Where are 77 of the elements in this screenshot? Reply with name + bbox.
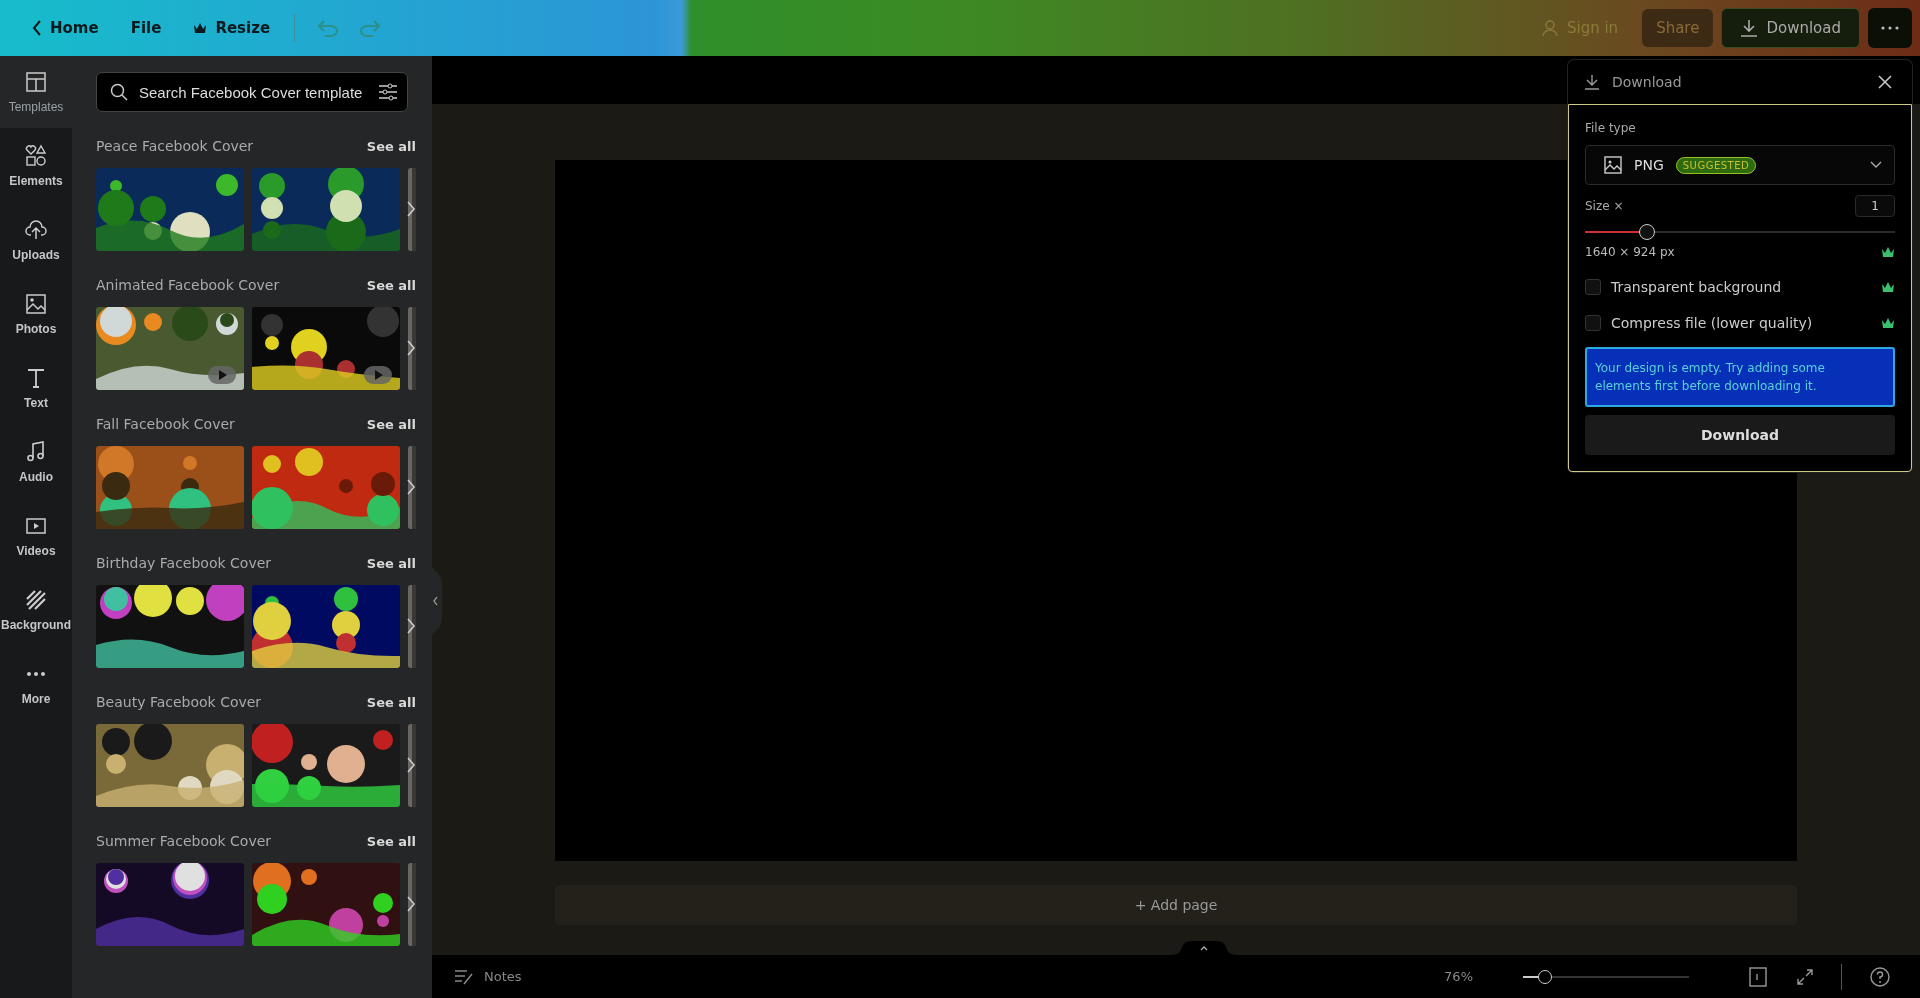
see-all-link[interactable]: See all [366, 833, 416, 849]
file-type-dropdown[interactable]: PNG SUGGESTED [1585, 145, 1895, 185]
download-icon [1740, 19, 1759, 37]
sidebar-item[interactable]: Elements [0, 130, 72, 202]
image-icon [24, 292, 48, 316]
info-notice: Your design is empty. Try adding some elements first before downloading it. [1585, 347, 1895, 407]
crown-icon [1881, 281, 1895, 293]
see-all-link[interactable]: See all [366, 277, 416, 293]
dimensions-text: 1640 × 924 px [1585, 245, 1675, 259]
more-icon [27, 672, 45, 676]
field-label: File type [1585, 121, 1637, 135]
section-title: Peace Facebook Cover [96, 138, 254, 154]
back-icon [32, 20, 42, 36]
user-icon [1540, 19, 1559, 37]
redo-icon [359, 19, 382, 37]
see-all-link[interactable]: See all [366, 694, 416, 710]
sidebar-item[interactable]: Photos [0, 278, 72, 350]
checkbox[interactable] [1585, 279, 1601, 295]
sidebar-item[interactable]: Templates [0, 56, 72, 128]
file-menu[interactable]: File [118, 11, 174, 45]
template-icon [24, 70, 48, 94]
add-page-button[interactable]: + Add page [555, 885, 1797, 925]
chevron-right-icon[interactable] [406, 339, 416, 357]
see-all-link[interactable]: See all [366, 138, 416, 154]
notes-button[interactable]: Notes [448, 966, 528, 987]
image-icon [1604, 156, 1622, 174]
option-label: Compress file (lower quality) [1611, 315, 1813, 331]
expand-icon [1797, 968, 1813, 985]
sidebar-item[interactable]: Videos [0, 500, 72, 572]
sidebar-item[interactable]: Text [0, 352, 72, 424]
search-icon [110, 83, 128, 101]
search-field[interactable]: Search Facebook Cover template [96, 72, 408, 112]
chevron-right-icon[interactable] [406, 617, 416, 635]
chevron-right-icon[interactable] [406, 756, 416, 774]
section-title: Beauty Facebook Cover [96, 694, 262, 710]
checkbox[interactable] [1585, 315, 1601, 331]
suggested-badge: SUGGESTED [1675, 156, 1757, 174]
page-icon [1749, 966, 1767, 987]
sidebar-item[interactable]: Uploads [0, 204, 72, 276]
sidebar-item[interactable]: More [0, 648, 72, 720]
sidebar-item[interactable]: Background [0, 574, 72, 646]
help-icon [1870, 966, 1890, 987]
upload-icon [24, 218, 48, 242]
filter-icon[interactable] [378, 83, 398, 101]
close-button[interactable] [1876, 73, 1894, 91]
download-button[interactable]: Download [1721, 8, 1860, 48]
resize-button[interactable]: Resize [181, 11, 283, 45]
size-slider[interactable] [1585, 224, 1895, 240]
pattern-icon [24, 588, 48, 612]
section-title: Summer Facebook Cover [96, 833, 272, 849]
chevron-right-icon[interactable] [406, 200, 416, 218]
section-title: Birthday Facebook Cover [96, 555, 272, 571]
see-all-link[interactable]: See all [366, 416, 416, 432]
chevron-right-icon[interactable] [406, 478, 416, 496]
zoom-percentage: 76% [1444, 969, 1473, 984]
panel-title: Download [1612, 74, 1683, 90]
option-label: Transparent background [1611, 279, 1782, 295]
section-title: Fall Facebook Cover [96, 416, 235, 432]
chevron-right-icon[interactable] [406, 895, 416, 913]
shapes-icon [24, 144, 48, 168]
crown-icon [1881, 246, 1895, 258]
more-icon [1881, 26, 1899, 30]
section-title: Animated Facebook Cover [96, 277, 280, 293]
zoom-slider[interactable] [1523, 969, 1689, 984]
close-icon [1878, 75, 1892, 89]
field-label: Size × [1585, 199, 1624, 213]
sidebar-item[interactable]: Audio [0, 426, 72, 498]
crown-icon [193, 22, 208, 34]
undo-icon [317, 19, 340, 37]
crown-icon [1881, 317, 1895, 329]
download-button[interactable]: Download [1585, 415, 1895, 455]
notes-icon [454, 967, 474, 986]
chevron-down-icon [1870, 161, 1882, 169]
see-all-link[interactable]: See all [366, 555, 416, 571]
home-button[interactable]: Home [20, 11, 111, 45]
size-input[interactable]: 1 [1855, 195, 1895, 217]
download-icon [1584, 74, 1600, 90]
